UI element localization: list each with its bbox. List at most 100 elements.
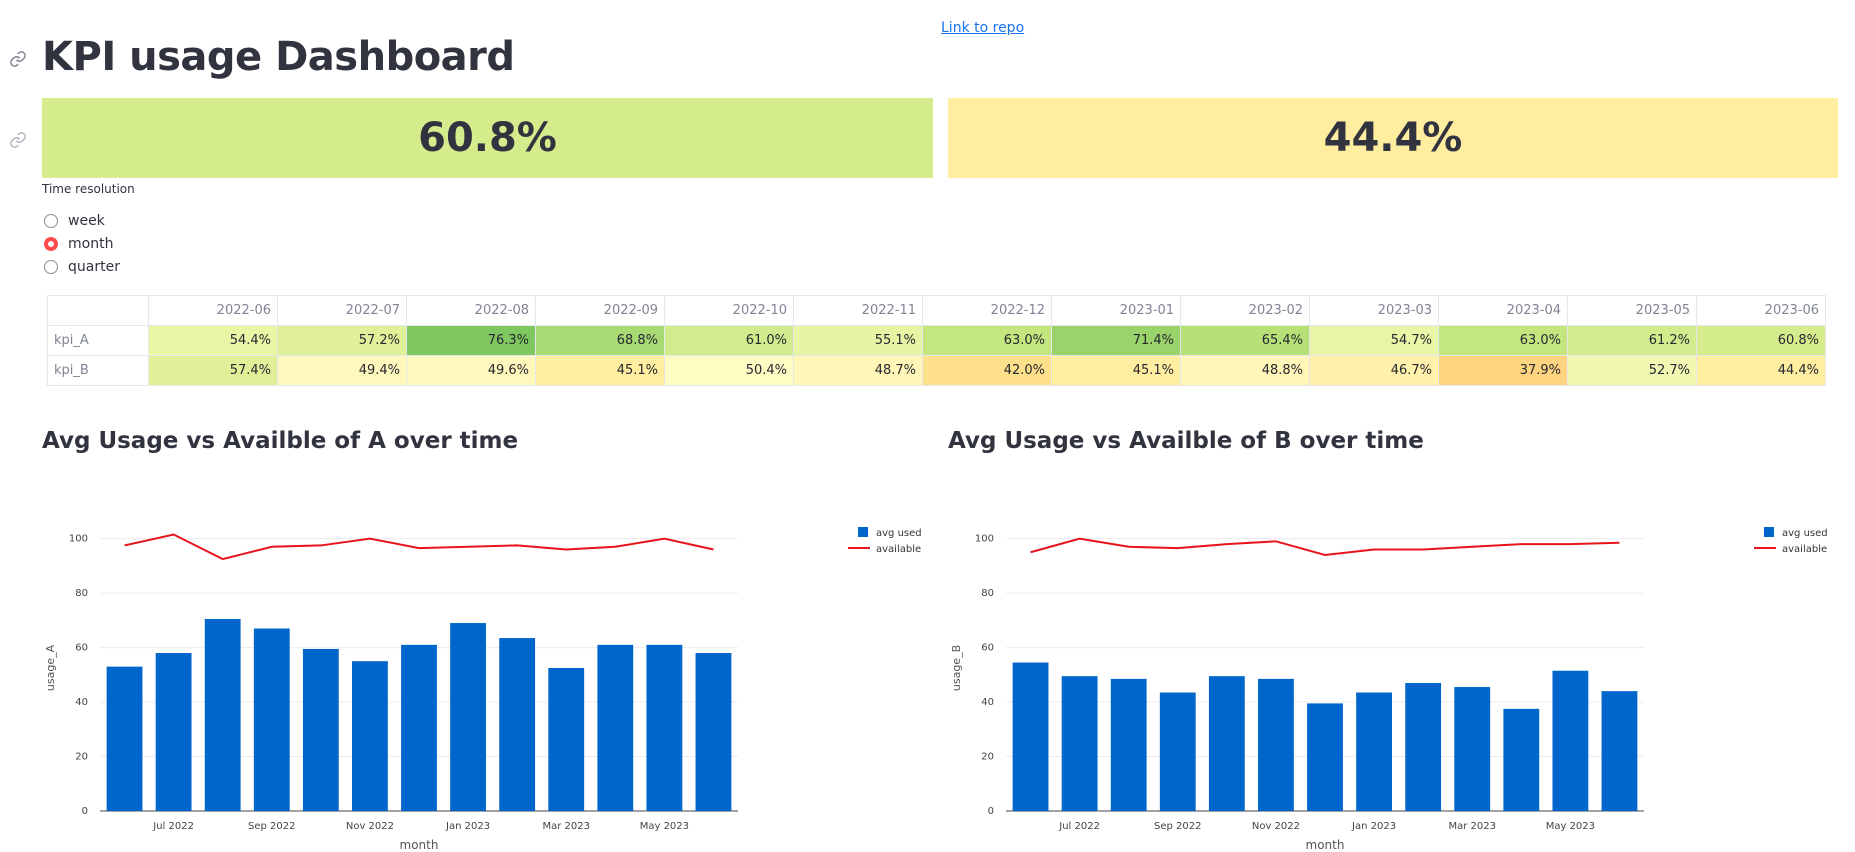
table-cell[interactable]: 57.2% [277,325,407,356]
table-cell[interactable]: 45.1% [535,355,665,386]
x-tick-label: Sep 2022 [1154,821,1201,832]
table-cell[interactable]: 71.4% [1051,325,1181,356]
bar [695,653,732,811]
row-header[interactable]: kpi_A [47,325,149,356]
bar [1258,678,1294,811]
y-tick-label: 40 [981,697,994,708]
table-cell[interactable]: 54.4% [148,325,278,356]
x-tick-label: Jan 2023 [445,821,490,832]
legend-label: avg used [1782,528,1828,539]
legend-label: available [1782,544,1827,555]
bar [1601,691,1638,811]
title-anchor-link-icon[interactable] [9,50,27,68]
x-tick-label: Mar 2023 [542,821,590,832]
column-header[interactable]: 2023-01 [1051,295,1181,326]
repo-link[interactable]: Link to repo [941,20,1024,36]
legend-label: available [876,544,921,555]
column-header[interactable]: 2022-11 [793,295,923,326]
table-cell[interactable]: 50.4% [664,355,794,386]
table-cell[interactable]: 63.0% [1438,325,1568,356]
table-cell[interactable]: 49.4% [277,355,407,386]
kpi-b-value: 44.4% [1323,115,1463,161]
column-header[interactable]: 2022-09 [535,295,665,326]
bar [1159,692,1196,811]
table-cell[interactable]: 44.4% [1696,355,1826,386]
legend-label: avg used [876,528,922,539]
radio-option-label: month [68,236,114,252]
row-header[interactable]: kpi_B [47,355,149,386]
column-header[interactable]: 2023-05 [1567,295,1697,326]
x-tick-label: Jan 2023 [1351,821,1396,832]
y-tick-label: 20 [981,752,994,763]
bar [548,668,585,811]
column-header[interactable]: 2022-08 [406,295,536,326]
table-row: kpi_B 57.4% 49.4% 49.6% 45.1% 50.4% 48.7… [47,355,1826,386]
table-cell[interactable]: 52.7% [1567,355,1697,386]
table-cell[interactable]: 48.7% [793,355,923,386]
x-tick-label: Jul 2022 [152,821,194,832]
chart-b-title: Avg Usage vs Availble of B over time [948,428,1424,454]
table-cell[interactable]: 55.1% [793,325,923,356]
bar [450,623,486,811]
x-tick-label: Sep 2022 [248,821,295,832]
column-header[interactable]: 2023-03 [1309,295,1439,326]
time-resolution-label: Time resolution [42,182,135,196]
kpi-table: 2022-06 2022-07 2022-08 2022-09 2022-10 … [47,295,1826,386]
x-tick-label: Nov 2022 [346,821,394,832]
metrics-anchor-link-icon[interactable] [9,131,27,149]
bar [597,644,634,811]
column-header[interactable]: 2023-02 [1180,295,1310,326]
table-cell[interactable]: 65.4% [1180,325,1310,356]
x-tick-label: May 2023 [1546,821,1595,832]
y-tick-label: 0 [82,806,88,817]
chart-a-title: Avg Usage vs Availble of A over time [42,428,519,454]
y-tick-label: 60 [75,643,88,654]
table-cell[interactable]: 57.4% [148,355,278,386]
legend-bar-swatch [858,527,868,537]
table-cell[interactable]: 46.7% [1309,355,1439,386]
y-tick-label: 100 [69,534,88,545]
bar [646,644,683,811]
table-cell[interactable]: 61.0% [664,325,794,356]
chart-b[interactable]: 0 20 40 60 80 100 Jul 2022 Sep 2022 Nov 2022 Jan … [944,520,1834,852]
x-axis-label: month [1306,838,1345,852]
bar [1110,678,1147,811]
table-cell[interactable]: 45.1% [1051,355,1181,386]
table-cell[interactable]: 37.9% [1438,355,1568,386]
column-header[interactable]: 2022-10 [664,295,794,326]
column-header[interactable]: 2023-04 [1438,295,1568,326]
table-cell[interactable]: 54.7% [1309,325,1439,356]
radio-button-icon[interactable] [44,214,58,228]
kpi-b-card: 44.4% [948,98,1838,178]
table-cell[interactable]: 76.3% [406,325,536,356]
column-header[interactable]: 2022-12 [922,295,1052,326]
table-cell[interactable]: 68.8% [535,325,665,356]
chart-a-svg[interactable]: 0 20 40 60 80 100 Jul 2022 Sep 2022 Nov 2022 Jan … [38,520,928,852]
radio-button-selected-icon[interactable] [44,237,58,251]
kpi-a-value: 60.8% [418,115,557,161]
table-cell[interactable]: 42.0% [922,355,1052,386]
legend-bar-swatch [1764,527,1774,537]
table-cell[interactable]: 60.8% [1696,325,1826,356]
table-cell[interactable]: 61.2% [1567,325,1697,356]
table-cell[interactable]: 49.6% [406,355,536,386]
table-cell[interactable]: 63.0% [922,325,1052,356]
bar [1208,676,1245,811]
radio-option-label: quarter [68,259,120,275]
radio-option-quarter[interactable]: quarter [44,258,120,276]
radio-button-icon[interactable] [44,260,58,274]
chart-a[interactable]: 0 20 40 60 80 100 Jul 2022 Sep 2022 Nov 2022 Jan … [38,520,928,852]
bar [155,653,192,811]
radio-option-month[interactable]: month [44,235,113,253]
column-header[interactable]: 2023-06 [1696,295,1826,326]
bar [1405,682,1442,811]
column-header[interactable]: 2022-06 [148,295,278,326]
bar [1012,662,1049,811]
radio-option-week[interactable]: week [44,212,105,230]
available-line [1030,537,1620,556]
table-cell[interactable]: 48.8% [1180,355,1310,386]
x-axis-label: month [400,838,439,852]
table-header-row: 2022-06 2022-07 2022-08 2022-09 2022-10 … [47,295,1826,326]
column-header[interactable]: 2022-07 [277,295,407,326]
chart-b-svg[interactable]: 0 20 40 60 80 100 Jul 2022 Sep 2022 Nov 2022 Jan … [944,520,1834,852]
